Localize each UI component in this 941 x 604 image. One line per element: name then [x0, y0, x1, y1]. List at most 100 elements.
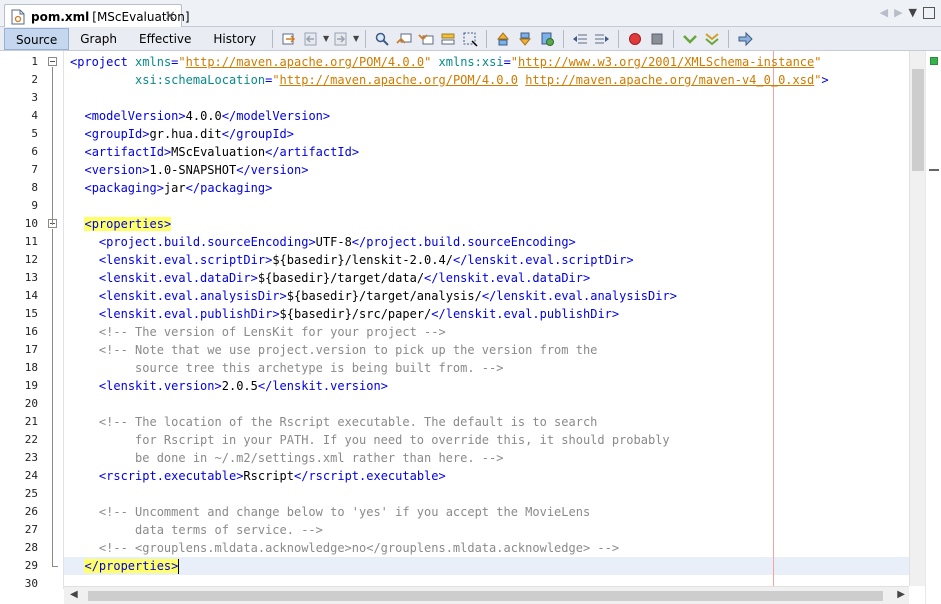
show-opened-documents-icon[interactable]: ▼ — [909, 6, 917, 19]
view-tab-graph[interactable]: Graph — [69, 28, 128, 50]
view-tab-history[interactable]: History — [202, 28, 267, 50]
forward-dropdown-icon[interactable]: ▼ — [352, 34, 360, 43]
stop-macro-icon[interactable] — [647, 29, 667, 49]
code-line: xsi:schemaLocation="http://maven.apache.… — [135, 73, 829, 87]
line-number: 29 — [24, 559, 38, 572]
line-number: 20 — [24, 397, 38, 410]
toolbar-separator — [365, 29, 367, 48]
back-icon[interactable] — [301, 29, 321, 49]
line-number: 6 — [31, 145, 38, 158]
code-line: <project.build.sourceEncoding>UTF-8</pro… — [98, 235, 576, 249]
vertical-scrollbar-thumb[interactable] — [912, 69, 924, 171]
close-tab-icon[interactable]: × — [164, 8, 176, 24]
line-number: 4 — [31, 109, 38, 122]
find-next-icon[interactable] — [416, 29, 436, 49]
previous-bookmark-icon[interactable] — [493, 29, 513, 49]
code-line: <modelVersion>4.0.0</modelVersion> — [84, 109, 331, 123]
code-line: <packaging>jar</packaging> — [84, 181, 273, 195]
text-caret — [178, 559, 180, 574]
scroll-tabs-right-icon[interactable]: ▶ — [894, 6, 902, 19]
code-line: for Rscript in your PATH. If you need to… — [70, 433, 670, 447]
document-tab[interactable]: pom.xml [MScEvaluation] × — [4, 4, 190, 28]
line-number: 30 — [24, 577, 38, 590]
horizontal-scrollbar-thumb[interactable] — [88, 591, 883, 601]
code-line: <lenskit.version>2.0.5</lenskit.version> — [98, 379, 388, 393]
check-xml-icon[interactable] — [680, 29, 700, 49]
scroll-right-arrow-icon[interactable]: ▶ — [897, 589, 905, 600]
last-edit-icon[interactable] — [279, 29, 299, 49]
code-line: <groupId>gr.hua.dit</groupId> — [84, 127, 295, 141]
caret-position-mark[interactable] — [929, 169, 939, 171]
toolbar-separator — [618, 29, 620, 48]
toggle-rect-select-icon[interactable] — [460, 29, 480, 49]
right-margin-line — [773, 51, 774, 586]
code-line: <lenskit.eval.publishDir>${basedir}/src/… — [98, 307, 620, 321]
scroll-left-arrow-icon[interactable]: ◀ — [70, 589, 78, 600]
line-number: 3 — [31, 91, 38, 104]
code-line: <project xmlns="http://maven.apache.org/… — [70, 55, 822, 69]
line-number: 23 — [24, 451, 38, 464]
code-line: <!-- <grouplens.mldata.acknowledge>no</g… — [98, 541, 620, 555]
toggle-highlight-icon[interactable] — [438, 29, 458, 49]
toggle-bookmark-icon[interactable] — [537, 29, 557, 49]
horizontal-scrollbar[interactable]: ◀ ▶ — [64, 586, 909, 604]
line-number: 9 — [31, 199, 38, 212]
line-number: 16 — [24, 325, 38, 338]
code-line: <rscript.executable>Rscript</rscript.exe… — [98, 469, 446, 483]
editor-toolbar: Source Graph Effective History ▼ ▼ — [0, 27, 941, 51]
xml-file-icon — [11, 9, 25, 25]
code-area[interactable]: <project xmlns="http://maven.apache.org/… — [64, 51, 909, 586]
code-line: source tree this archetype is being buil… — [70, 361, 504, 375]
line-number: 24 — [24, 469, 38, 482]
line-number: 15 — [24, 307, 38, 320]
line-number: 11 — [24, 235, 38, 248]
view-tab-source[interactable]: Source — [4, 27, 70, 50]
line-number-gutter: 1 2 3 4 5 6 7 8 9 10 11 12 13 14 15 16 17 18 19 20 21 22 23 24 2… — [0, 51, 64, 590]
tab-file-name: pom.xml — [31, 9, 90, 24]
shift-left-icon[interactable] — [570, 29, 590, 49]
forward-icon[interactable] — [331, 29, 351, 49]
code-line: <lenskit.eval.scriptDir>${basedir}/lensk… — [98, 253, 634, 267]
validate-xml-icon[interactable] — [702, 29, 722, 49]
line-number: 8 — [31, 181, 38, 194]
line-number: 25 — [24, 487, 38, 500]
shift-right-icon[interactable] — [592, 29, 612, 49]
xsl-transform-icon[interactable] — [735, 29, 755, 49]
editor-tab-bar: pom.xml [MScEvaluation] × ◀ ▶ ▼ — [0, 0, 941, 28]
line-number: 14 — [24, 289, 38, 302]
code-line: <lenskit.eval.analysisDir>${basedir}/tar… — [98, 289, 677, 303]
code-line: <!-- Uncomment and change below to 'yes'… — [98, 505, 591, 519]
code-line: be done in ~/.m2/settings.xml rather tha… — [70, 451, 504, 465]
line-number: 2 — [31, 73, 38, 86]
toolbar-separator — [728, 29, 730, 48]
find-icon[interactable] — [372, 29, 392, 49]
source-editor[interactable]: 1 2 3 4 5 6 7 8 9 10 11 12 13 14 15 16 17 18 19 20 21 22 23 24 2… — [0, 51, 941, 604]
error-stripe[interactable] — [925, 51, 941, 604]
code-line: <properties> — [84, 217, 172, 231]
next-bookmark-icon[interactable] — [515, 29, 535, 49]
view-tab-effective[interactable]: Effective — [128, 28, 202, 50]
line-number: 28 — [24, 541, 38, 554]
line-number: 5 — [31, 127, 38, 140]
line-number: 10 — [24, 217, 38, 230]
no-errors-icon[interactable] — [930, 57, 938, 65]
start-macro-icon[interactable] — [625, 29, 645, 49]
line-number: 27 — [24, 523, 38, 536]
fold-guide-line — [52, 229, 53, 567]
code-line: <!-- Note that we use project.version to… — [98, 343, 598, 357]
line-number: 18 — [24, 361, 38, 374]
vertical-scrollbar[interactable] — [909, 51, 925, 586]
code-line: <!-- The location of the Rscript executa… — [98, 415, 598, 429]
scroll-tabs-left-icon[interactable]: ◀ — [880, 6, 888, 19]
toolbar-separator — [272, 29, 274, 48]
code-line: <artifactId>MScEvaluation</artifactId> — [84, 145, 360, 159]
code-line: <lenskit.eval.dataDir>${basedir}/target/… — [98, 271, 591, 285]
toolbar-separator — [673, 29, 675, 48]
tab-navigation: ◀ ▶ ▼ — [880, 6, 935, 19]
find-previous-icon[interactable] — [394, 29, 414, 49]
collapse-project-fold-icon[interactable] — [48, 57, 57, 66]
maximize-window-icon[interactable] — [923, 6, 935, 19]
back-dropdown-icon[interactable]: ▼ — [322, 34, 330, 43]
code-line: <version>1.0-SNAPSHOT</version> — [84, 163, 309, 177]
line-number: 22 — [24, 433, 38, 446]
